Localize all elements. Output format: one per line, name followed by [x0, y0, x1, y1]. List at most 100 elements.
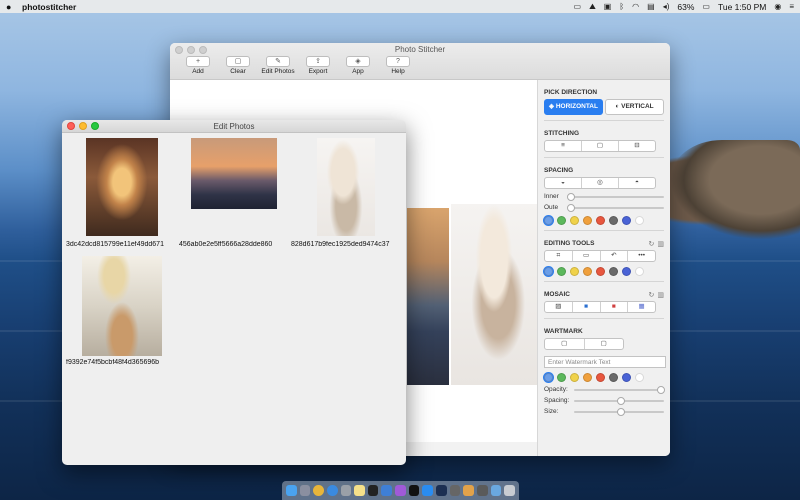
undo-icon[interactable]: ↶	[601, 251, 629, 261]
align-center-icon[interactable]: ≡	[545, 141, 582, 151]
vertical-button[interactable]: ◐ VERTICAL	[605, 99, 664, 115]
more-icon[interactable]: •••	[628, 251, 655, 261]
apple-menu-icon[interactable]: ●	[6, 2, 16, 12]
trash-icon[interactable]	[504, 485, 515, 496]
clock[interactable]: Tue 1:50 PM	[718, 2, 766, 12]
color-swatch[interactable]	[609, 373, 618, 382]
watermark-text-input[interactable]	[544, 356, 666, 368]
size-slider[interactable]	[574, 407, 664, 416]
slider-thumb[interactable]	[616, 407, 625, 416]
folder-icon[interactable]	[490, 485, 502, 496]
photo-thumbnail[interactable]	[191, 138, 277, 209]
slider-thumb[interactable]	[657, 385, 665, 394]
bluetooth-icon[interactable]: ᛒ	[619, 2, 624, 11]
color-swatch[interactable]	[609, 267, 618, 276]
trash-icon[interactable]: ▥	[657, 240, 664, 248]
color-swatch[interactable]	[583, 373, 592, 382]
slider-thumb[interactable]	[616, 396, 625, 405]
notes-icon[interactable]	[354, 485, 365, 496]
color-swatch[interactable]	[635, 373, 644, 382]
slider-thumb[interactable]	[567, 203, 575, 212]
preview-icon[interactable]	[476, 485, 488, 496]
square-icon[interactable]: ▢	[545, 339, 585, 349]
minus-box-icon[interactable]: ⊟	[619, 141, 655, 151]
chrome-icon[interactable]	[313, 485, 324, 496]
edit-photos-button[interactable]: ✎ Edit Photos	[260, 56, 296, 75]
photo-thumbnail[interactable]	[317, 138, 375, 236]
add-button[interactable]: + Add	[180, 56, 216, 75]
blue-mosaic-icon[interactable]: ■	[573, 302, 601, 312]
horizontal-button[interactable]: ◈ HORIZONTAL	[544, 99, 603, 115]
utility-icon[interactable]	[449, 485, 461, 496]
reset-icon[interactable]: ↻	[649, 240, 655, 248]
color-swatch[interactable]	[544, 216, 553, 225]
color-swatch[interactable]	[557, 267, 566, 276]
color-swatch[interactable]	[622, 267, 631, 276]
screen-icon[interactable]: ▭	[574, 2, 582, 11]
color-swatch[interactable]	[596, 267, 605, 276]
opacity-slider[interactable]	[574, 385, 665, 394]
color-swatch[interactable]	[557, 373, 566, 382]
hatch-pattern-icon[interactable]: ▨	[545, 302, 573, 312]
launchpad-icon[interactable]	[299, 485, 311, 496]
mountain-icon[interactable]: ⛰	[589, 2, 596, 12]
photoshop-icon[interactable]	[436, 485, 447, 496]
square-icon[interactable]: ▢	[582, 141, 619, 151]
color-swatch[interactable]	[544, 267, 553, 276]
system-preferences-icon[interactable]	[340, 485, 352, 496]
edit-photos-titlebar[interactable]: Edit Photos	[62, 120, 406, 133]
tv-icon[interactable]	[408, 485, 420, 496]
spacing-small-icon[interactable]: ◒	[545, 178, 582, 188]
stitcher-titlebar[interactable]: Photo Stitcher + Add ▢ Clear ✎ Edit Phot…	[170, 43, 670, 80]
color-swatch[interactable]	[609, 216, 618, 225]
color-swatch[interactable]	[596, 373, 605, 382]
outer-slider[interactable]	[567, 203, 664, 212]
color-swatch[interactable]	[557, 216, 566, 225]
control-center-icon[interactable]: ≡	[789, 2, 794, 11]
reset-icon[interactable]: ↻	[649, 291, 655, 299]
help-button[interactable]: ? Help	[380, 56, 416, 75]
pixel-mosaic-icon[interactable]: ▦	[628, 302, 655, 312]
crop-icon[interactable]: ⌗	[545, 251, 573, 261]
battery-icon[interactable]: ▭	[702, 2, 710, 11]
terminal-icon[interactable]	[367, 485, 379, 496]
podcasts-icon[interactable]	[395, 485, 406, 496]
color-swatch[interactable]	[596, 216, 605, 225]
color-swatch[interactable]	[544, 373, 553, 382]
finder-icon[interactable]	[286, 485, 297, 496]
color-swatch[interactable]	[635, 216, 644, 225]
spacing-medium-icon[interactable]: ◎	[582, 178, 619, 188]
user-icon[interactable]: ◉	[774, 2, 781, 11]
clear-button[interactable]: ▢ Clear	[220, 56, 256, 75]
color-swatch[interactable]	[570, 216, 579, 225]
trash-icon[interactable]: ▥	[657, 291, 664, 299]
spacing-slider[interactable]	[574, 396, 664, 405]
photo-stitcher-icon[interactable]	[463, 485, 474, 496]
color-swatch[interactable]	[583, 216, 592, 225]
square-icon[interactable]: ▢	[585, 339, 624, 349]
rectangle-icon[interactable]: ▭	[573, 251, 601, 261]
display-icon[interactable]: ▣	[604, 2, 612, 11]
slider-thumb[interactable]	[567, 192, 575, 201]
color-swatch[interactable]	[583, 267, 592, 276]
color-swatch[interactable]	[570, 373, 579, 382]
spacing-large-icon[interactable]: ◓	[619, 178, 655, 188]
flag-icon[interactable]: ▤	[647, 2, 655, 11]
color-swatch[interactable]	[622, 216, 631, 225]
app-button[interactable]: ◈ App	[340, 56, 376, 75]
volume-icon[interactable]: ◂)	[663, 2, 670, 11]
xcode-icon[interactable]	[381, 485, 393, 496]
color-swatch[interactable]	[622, 373, 631, 382]
export-button[interactable]: ⇪ Export	[300, 56, 336, 75]
color-swatch[interactable]	[635, 267, 644, 276]
photo-thumbnail[interactable]	[86, 138, 158, 236]
wifi-icon[interactable]: ◠	[632, 2, 639, 11]
red-mosaic-icon[interactable]: ■	[601, 302, 629, 312]
app-store-icon[interactable]	[422, 485, 434, 496]
color-swatch[interactable]	[570, 267, 579, 276]
inner-slider[interactable]	[567, 192, 664, 201]
safari-icon[interactable]	[326, 485, 338, 496]
photo-thumbnail[interactable]	[82, 256, 162, 356]
battery-percent[interactable]: 63%	[677, 2, 694, 12]
app-menu-name[interactable]: photostitcher	[22, 2, 76, 12]
